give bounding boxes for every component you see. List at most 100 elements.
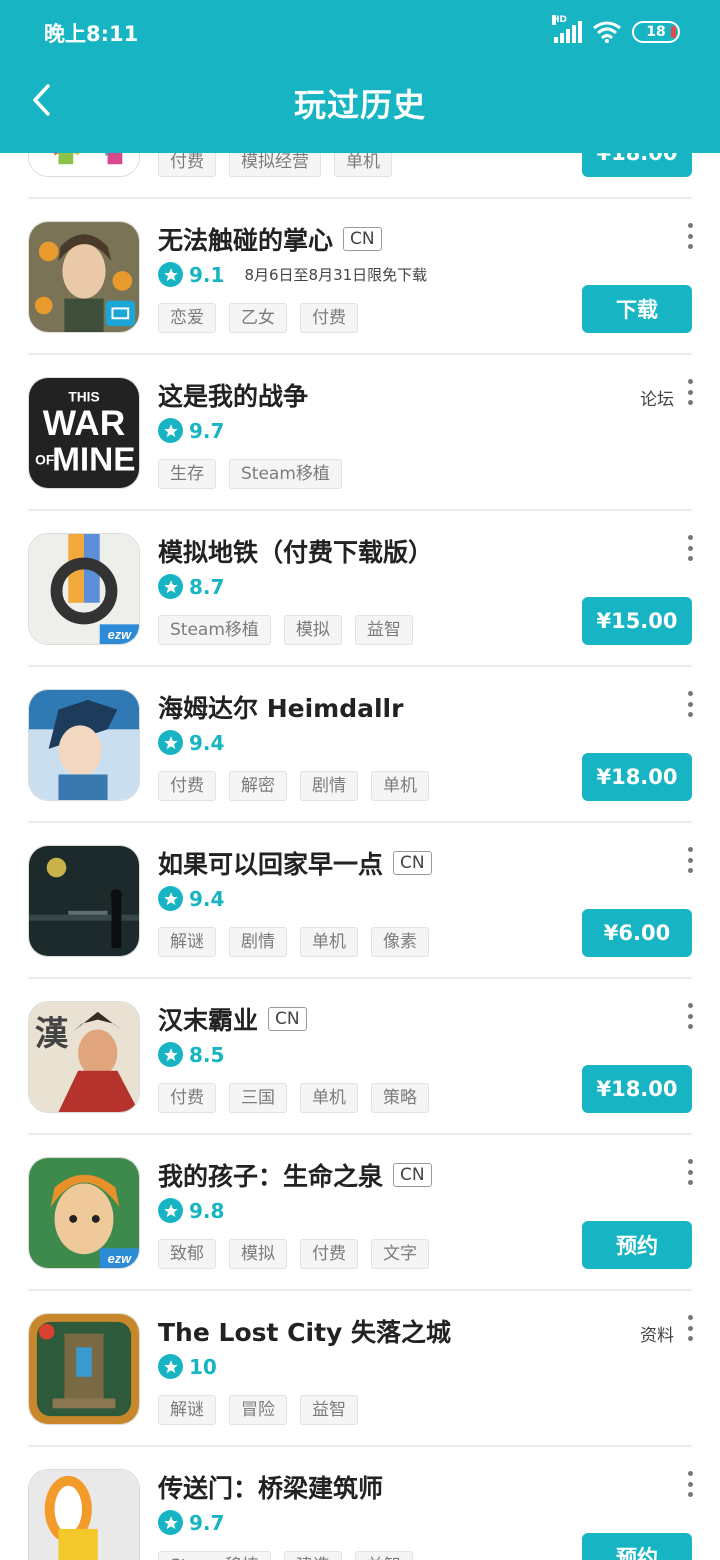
status-time: 晚上8:11 bbox=[44, 22, 139, 46]
tag-list: 解谜 剧情 单机 像素 bbox=[158, 927, 429, 957]
cn-badge: CN bbox=[268, 1007, 307, 1031]
tag[interactable]: 建造 bbox=[283, 1551, 342, 1560]
app-header: 晚上8:11 HD 18 玩过历史 bbox=[0, 0, 720, 153]
list-item[interactable]: 传送门：桥梁建筑师 9.7 Steam移植 建造 益智 预约 bbox=[0, 1447, 720, 1560]
tag[interactable]: 乙女 bbox=[229, 303, 287, 333]
tag-list: Steam移植 建造 益智 bbox=[158, 1551, 413, 1560]
rating-score: 8.5 bbox=[189, 1042, 225, 1067]
game-name[interactable]: 这是我的战争 bbox=[158, 377, 308, 413]
tag[interactable]: 冒险 bbox=[229, 1395, 287, 1425]
game-list: 付费 模拟经营 单机 ¥18.00 无法触碰的掌心 CN 9.1 8月6日至8月… bbox=[0, 43, 720, 1560]
tag[interactable]: 生存 bbox=[158, 459, 216, 489]
list-item[interactable]: 海姆达尔 Heimdallr 9.4 付费 解密 剧情 单机 ¥18.00 bbox=[0, 667, 720, 823]
game-icon[interactable] bbox=[28, 1469, 140, 1560]
list-item[interactable]: THIS WAR OF MINE 这是我的战争 9.7 生存 Steam移植 论… bbox=[0, 355, 720, 511]
tag[interactable]: 单机 bbox=[300, 927, 358, 957]
tag[interactable]: 策略 bbox=[371, 1083, 429, 1113]
rating: 9.7 bbox=[158, 418, 224, 443]
tag[interactable]: Steam移植 bbox=[158, 1551, 271, 1560]
more-options-icon[interactable] bbox=[686, 1315, 694, 1341]
more-options-icon[interactable] bbox=[686, 535, 694, 561]
tag[interactable]: 益智 bbox=[354, 615, 413, 645]
tag-list: 致郁 模拟 付费 文字 bbox=[158, 1239, 429, 1269]
game-icon[interactable]: 漢 bbox=[28, 1001, 140, 1113]
tag[interactable]: 付费 bbox=[158, 1083, 216, 1113]
tag[interactable]: 三国 bbox=[229, 1083, 287, 1113]
status-icons: HD 18 bbox=[552, 15, 680, 46]
rating: 9.4 bbox=[158, 886, 224, 911]
download-button[interactable]: 下载 bbox=[582, 285, 692, 333]
tag[interactable]: Steam移植 bbox=[158, 615, 271, 645]
tag[interactable]: 益智 bbox=[300, 1395, 358, 1425]
tag[interactable]: 付费 bbox=[300, 303, 358, 333]
rating-score: 8.7 bbox=[189, 574, 225, 599]
tag[interactable]: 剧情 bbox=[300, 771, 358, 801]
reserve-button[interactable]: 预约 bbox=[582, 1533, 692, 1560]
price-button[interactable]: ¥18.00 bbox=[582, 1065, 692, 1113]
rating: 8.5 bbox=[158, 1042, 224, 1067]
game-name[interactable]: 模拟地铁（付费下载版） bbox=[158, 533, 433, 569]
cn-badge: CN bbox=[343, 227, 382, 251]
more-options-icon[interactable] bbox=[686, 691, 694, 717]
tag[interactable]: 益智 bbox=[354, 1551, 413, 1560]
tag[interactable]: 文字 bbox=[371, 1239, 429, 1269]
tag[interactable]: 解谜 bbox=[158, 1395, 216, 1425]
game-name[interactable]: 传送门：桥梁建筑师 bbox=[158, 1469, 383, 1505]
more-options-icon[interactable] bbox=[686, 223, 694, 249]
cn-badge: CN bbox=[393, 851, 432, 875]
list-item[interactable]: 无法触碰的掌心 CN 9.1 8月6日至8月31日限免下载 恋爱 乙女 付费 下… bbox=[0, 199, 720, 355]
more-options-icon[interactable] bbox=[686, 379, 694, 405]
more-options-icon[interactable] bbox=[686, 847, 694, 873]
tag[interactable]: 致郁 bbox=[158, 1239, 216, 1269]
game-icon[interactable] bbox=[28, 221, 140, 333]
price-button[interactable]: ¥6.00 bbox=[582, 909, 692, 957]
tag[interactable]: 恋爱 bbox=[158, 303, 216, 333]
icon-text: ezw bbox=[108, 1251, 132, 1266]
more-options-icon[interactable] bbox=[686, 1159, 694, 1185]
game-name[interactable]: 如果可以回家早一点 bbox=[158, 845, 383, 881]
game-name[interactable]: 无法触碰的掌心 bbox=[158, 221, 333, 257]
icon-text: MINE bbox=[52, 441, 135, 478]
game-name[interactable]: 汉末霸业 bbox=[158, 1001, 258, 1037]
game-icon[interactable] bbox=[28, 845, 140, 957]
tag-list: 解谜 冒险 益智 bbox=[158, 1395, 358, 1425]
rating: 9.8 bbox=[158, 1198, 224, 1223]
list-item[interactable]: 如果可以回家早一点 CN 9.4 解谜 剧情 单机 像素 ¥6.00 bbox=[0, 823, 720, 979]
more-options-icon[interactable] bbox=[686, 1003, 694, 1029]
game-icon[interactable] bbox=[28, 1313, 140, 1425]
tag[interactable]: 剧情 bbox=[229, 927, 287, 957]
star-icon bbox=[158, 574, 183, 599]
list-item[interactable]: ezw 模拟地铁（付费下载版） 8.7 Steam移植 模拟 益智 ¥15.00 bbox=[0, 511, 720, 667]
tag[interactable]: 付费 bbox=[300, 1239, 358, 1269]
tag[interactable]: 解谜 bbox=[158, 927, 216, 957]
tag[interactable]: 模拟 bbox=[283, 615, 342, 645]
name-row: 模拟地铁（付费下载版） bbox=[158, 533, 433, 569]
forum-link[interactable]: 论坛 bbox=[640, 385, 674, 410]
game-icon[interactable]: ezw bbox=[28, 1157, 140, 1269]
reserve-button[interactable]: 预约 bbox=[582, 1221, 692, 1269]
tag[interactable]: Steam移植 bbox=[229, 459, 342, 489]
price-button[interactable]: ¥15.00 bbox=[582, 597, 692, 645]
game-icon[interactable]: ezw bbox=[28, 533, 140, 645]
list-item[interactable]: The Lost City 失落之城 10 解谜 冒险 益智 资料 bbox=[0, 1291, 720, 1447]
rating: 9.4 bbox=[158, 730, 224, 755]
game-icon[interactable] bbox=[28, 689, 140, 801]
tag[interactable]: 像素 bbox=[371, 927, 429, 957]
list-item[interactable]: 漢 汉末霸业 CN 8.5 付费 三国 单机 策略 ¥18.00 bbox=[0, 979, 720, 1135]
rating-score: 9.1 bbox=[189, 262, 225, 287]
list-item[interactable]: ezw 我的孩子：生命之泉 CN 9.8 致郁 模拟 付费 文字 预约 bbox=[0, 1135, 720, 1291]
more-options-icon[interactable] bbox=[686, 1471, 694, 1497]
tag[interactable]: 付费 bbox=[158, 771, 216, 801]
game-name[interactable]: 海姆达尔 Heimdallr bbox=[158, 689, 403, 725]
promo-note: 8月6日至8月31日限免下载 bbox=[244, 266, 428, 284]
tag[interactable]: 模拟 bbox=[229, 1239, 287, 1269]
tag[interactable]: 单机 bbox=[300, 1083, 358, 1113]
price-button[interactable]: ¥18.00 bbox=[582, 753, 692, 801]
star-icon bbox=[158, 1354, 183, 1379]
info-link[interactable]: 资料 bbox=[640, 1321, 674, 1346]
game-name[interactable]: 我的孩子：生命之泉 bbox=[158, 1157, 383, 1193]
tag[interactable]: 解密 bbox=[229, 771, 287, 801]
game-icon[interactable]: THIS WAR OF MINE bbox=[28, 377, 140, 489]
tag[interactable]: 单机 bbox=[371, 771, 429, 801]
game-name[interactable]: The Lost City 失落之城 bbox=[158, 1313, 451, 1349]
